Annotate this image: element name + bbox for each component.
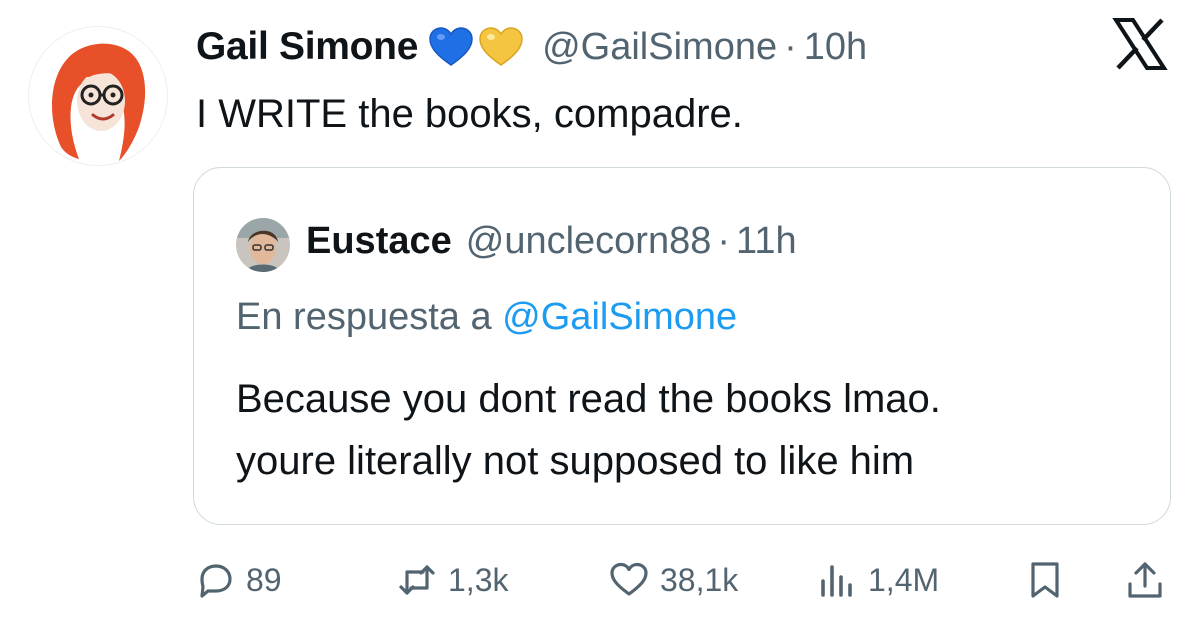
separator-dot: · bbox=[784, 25, 797, 68]
heart-outline-icon bbox=[610, 562, 648, 596]
views-count: 1,4M bbox=[868, 561, 940, 598]
x-logo-icon bbox=[1112, 18, 1168, 70]
reply-context: En respuesta a @GailSimone bbox=[236, 296, 737, 339]
reply-mention-link[interactable]: @GailSimone bbox=[502, 296, 737, 338]
repost-count: 1,3k bbox=[448, 561, 509, 598]
photo-avatar-icon bbox=[236, 218, 290, 272]
reply-button[interactable]: 89 bbox=[194, 552, 282, 608]
separator-dot: · bbox=[717, 219, 731, 262]
repost-icon bbox=[399, 565, 435, 595]
views-button[interactable]: 1,4M bbox=[816, 552, 939, 608]
quoted-author-avatar[interactable] bbox=[236, 218, 290, 272]
tweet-timestamp[interactable]: 10h bbox=[804, 26, 867, 69]
like-button[interactable]: 38,1k bbox=[608, 552, 738, 608]
tweet-text: I WRITE the books, compadre. bbox=[196, 92, 743, 136]
quoted-author-handle[interactable]: @unclecorn88 bbox=[466, 220, 712, 263]
yellow-heart-icon bbox=[478, 26, 524, 68]
cartoon-avatar-icon bbox=[29, 27, 167, 165]
quoted-tweet-timestamp[interactable]: 11h bbox=[736, 220, 797, 263]
repost-button[interactable]: 1,3k bbox=[396, 552, 508, 608]
share-button[interactable] bbox=[1124, 552, 1166, 608]
blue-heart-icon bbox=[428, 26, 474, 68]
bookmark-icon bbox=[1031, 562, 1059, 598]
author-display-name[interactable]: Gail Simone bbox=[196, 25, 418, 69]
views-bar-icon bbox=[821, 565, 852, 597]
action-bar: 89 1,3k 38,1k 1,4M bbox=[0, 552, 1200, 608]
quoted-author-display-name[interactable]: Eustace bbox=[306, 220, 452, 263]
quoted-tweet-text: Because you dont read the books lmao. yo… bbox=[236, 368, 941, 492]
reply-prefix: En respuesta a bbox=[236, 296, 492, 338]
quoted-text-line: youre literally not supposed to like him bbox=[236, 439, 915, 483]
quoted-tweet-card[interactable]: Eustace @unclecorn88 · 11h En respuesta … bbox=[193, 167, 1171, 525]
quoted-tweet-header: Eustace @unclecorn88 · 11h bbox=[306, 216, 797, 266]
tweet-header: Gail Simone @GailSimone · 10h bbox=[196, 22, 867, 72]
author-avatar[interactable] bbox=[28, 26, 168, 166]
reply-count: 89 bbox=[246, 561, 282, 598]
quoted-text-line: Because you dont read the books lmao. bbox=[236, 377, 941, 421]
author-handle[interactable]: @GailSimone bbox=[542, 26, 777, 69]
share-icon bbox=[1128, 562, 1162, 598]
reply-bubble-icon bbox=[200, 564, 232, 598]
bookmark-button[interactable] bbox=[1024, 552, 1066, 608]
like-count: 38,1k bbox=[660, 561, 739, 598]
